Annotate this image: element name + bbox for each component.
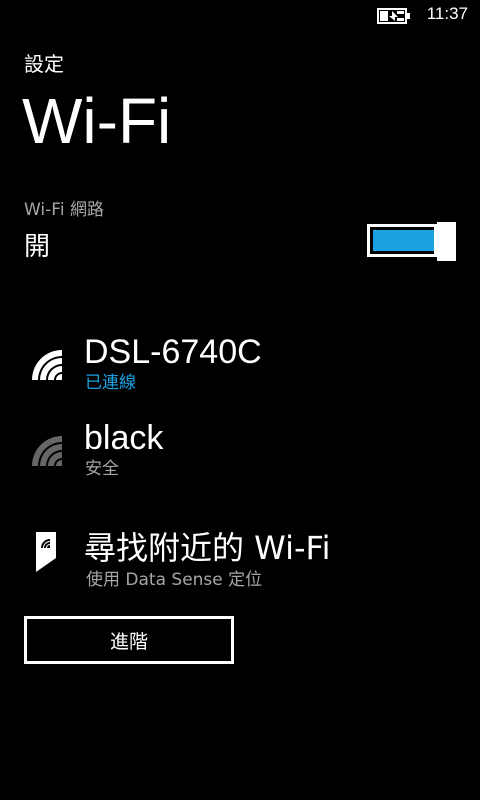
wifi-state-text: 開: [24, 232, 51, 262]
find-nearby-wifi-item[interactable]: 尋找附近的 Wi-Fi 使用 Data Sense 定位: [0, 522, 480, 602]
network-status: 安全: [85, 459, 119, 479]
network-status: 已連線: [85, 373, 136, 393]
wifi-signal-icon: [32, 350, 62, 380]
network-item-dsl-6740c[interactable]: DSL-6740C 已連線: [0, 333, 480, 428]
location-wifi-icon: [36, 532, 56, 572]
toggle-track: [367, 224, 437, 257]
status-bar: 11:37: [0, 0, 480, 32]
clock: 11:37: [426, 4, 468, 23]
advanced-button[interactable]: 進階: [24, 616, 234, 664]
app-title: 設定: [24, 52, 64, 76]
find-nearby-subtitle: 使用 Data Sense 定位: [86, 570, 263, 590]
wifi-signal-icon: [32, 436, 62, 466]
toggle-fill: [373, 230, 434, 251]
network-name: DSL-6740C: [84, 333, 262, 371]
wifi-toggle-switch[interactable]: [367, 222, 456, 261]
wifi-network-label: Wi-Fi 網路: [24, 200, 104, 220]
find-nearby-title: 尋找附近的 Wi-Fi: [84, 529, 331, 567]
battery-charging-icon: [377, 8, 410, 24]
page-title: Wi-Fi: [22, 85, 172, 157]
toggle-thumb[interactable]: [437, 222, 456, 261]
network-item-black[interactable]: black 安全: [0, 419, 480, 514]
network-name: black: [84, 419, 164, 457]
